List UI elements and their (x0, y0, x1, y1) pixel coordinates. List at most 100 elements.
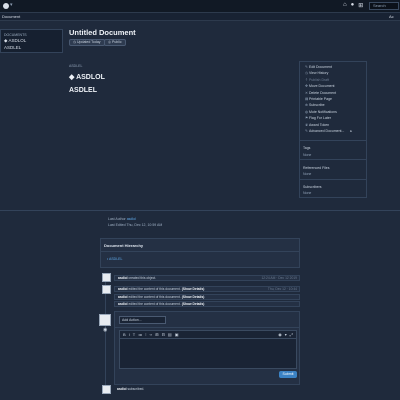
timeline-author[interactable]: asdlol (118, 302, 128, 306)
divider (300, 159, 366, 160)
updated-tag[interactable]: ◷ Updated Today (69, 39, 105, 46)
show-details-link[interactable]: (Show Details) (182, 287, 205, 291)
info-value: None (303, 172, 312, 176)
action-label: Publish Draft (309, 77, 330, 82)
avatar (99, 314, 111, 326)
action-advanced-document[interactable]: ✎Advanced Document... ▸ (305, 129, 352, 133)
preview-icon[interactable]: ◉ (278, 332, 282, 337)
table-icon[interactable]: ⊞ (155, 332, 158, 337)
nav-title: DOCUMENTS (4, 33, 27, 37)
timeline-author[interactable]: asdlol (117, 387, 127, 391)
info-value: None (303, 191, 312, 195)
timeline-author[interactable]: asdlol (118, 287, 128, 291)
public-tag[interactable]: ◎ Public (104, 39, 126, 46)
divider (300, 140, 366, 141)
app-icon[interactable]: ⊞ (358, 2, 363, 9)
show-details-link[interactable]: (Show Details) (182, 302, 205, 306)
timeline-row: asdlol edited the content of this docume… (114, 294, 300, 300)
action-flag-for-later[interactable]: ⚑Flag For Later (305, 116, 331, 120)
info-value: None (303, 153, 312, 157)
action-edit-document[interactable]: ✎Edit Document (305, 65, 332, 69)
timeline-author[interactable]: asdlol (118, 295, 128, 299)
timeline-text: created this object. (127, 276, 157, 280)
hierarchy-item[interactable]: • ASDLEL (107, 257, 122, 261)
fullscreen-icon[interactable]: ⤢ (290, 332, 293, 337)
action-delete-document[interactable]: ✕Delete Document (305, 91, 336, 95)
action-move-document[interactable]: ✥Move Document (305, 84, 334, 88)
action-label: Award Token (309, 122, 330, 127)
search-input[interactable]: Search (369, 2, 399, 10)
timeline-author[interactable]: asdlol (118, 276, 128, 280)
divider (101, 251, 299, 252)
show-details-link[interactable]: (Show Details) (182, 295, 205, 299)
hierarchy-link: ASDLEL (109, 257, 123, 261)
actions-menu-label[interactable]: Ac (389, 14, 394, 19)
list-icon[interactable]: ≔ (138, 332, 142, 337)
action-publish-draft[interactable]: ⇡Publish Draft (305, 78, 329, 82)
info-label: Referenced Files (303, 166, 330, 170)
text-size-icon[interactable]: T (133, 332, 135, 337)
action-award-token[interactable]: ♛Award Token (305, 123, 329, 127)
meta-label: Last Edited (108, 223, 126, 227)
action-view-history[interactable]: ◷View History (305, 71, 328, 75)
document-nav: DOCUMENTS ◆ ASDLOL ASDLEL (0, 29, 63, 53)
author-link[interactable]: asdlol (127, 217, 136, 221)
timeline-row: asdlol created this object. 12:24 AM · De… (114, 275, 300, 281)
timeline-text: edited the content of this document. (127, 302, 181, 306)
breadcrumb-label[interactable]: Document (2, 14, 20, 19)
heading-asdlol: ◆ ASDLOL (69, 73, 105, 81)
breadcrumb: Document Ac (0, 13, 400, 21)
timeline-text: edited the content of this document. (127, 295, 181, 299)
nav-item-label: ASDLOL (8, 38, 27, 43)
heading-text: ASDLOL (76, 74, 105, 81)
action-subscribe[interactable]: ⊕Subscribe (305, 103, 325, 107)
app-logo-icon[interactable] (3, 3, 9, 9)
divider (300, 179, 366, 180)
embed-icon[interactable]: ▣ (175, 332, 179, 337)
action-label: Advanced Document... (309, 129, 345, 133)
home-icon[interactable]: ⌂ (343, 2, 347, 9)
file-icon[interactable]: ▤ (168, 332, 172, 337)
page-title: Untitled Document (69, 28, 136, 37)
timeline-text: subscribed. (126, 387, 145, 391)
bell-icon[interactable]: ● (351, 2, 355, 9)
divider (115, 327, 299, 328)
numbered-list-icon[interactable]: ⁝ (145, 332, 146, 337)
action-label: Printable Page (309, 97, 332, 101)
bold-icon[interactable]: B (123, 332, 126, 337)
comment-textarea[interactable] (119, 339, 297, 369)
action-input[interactable]: Add Action... (119, 316, 166, 324)
actions-panel: ✎Edit Document ◷View History ⇡Publish Draf… (299, 61, 367, 198)
code-icon[interactable]: ‹› (150, 332, 153, 337)
action-label: Subscribe (309, 103, 325, 108)
document-hierarchy: Document Hierarchy • ASDLEL (100, 238, 300, 268)
chevron-right-icon: ▸ (350, 129, 353, 133)
avatar (102, 385, 111, 394)
action-label: View History (309, 71, 329, 76)
image-icon[interactable]: ⊟ (162, 332, 165, 337)
info-label: Tags (303, 146, 311, 150)
chevron-down-icon[interactable]: ▾ (285, 332, 287, 337)
meta-value: Thu, Dec 12, 10:59 AM (126, 223, 163, 227)
action-label: Move Document (309, 84, 335, 89)
submit-button[interactable]: Submit (279, 371, 297, 378)
action-mute-notifications[interactable]: ◍Mute Notifications (305, 110, 337, 114)
avatar (102, 273, 111, 282)
editor-toolbar: B I T ≔ ⁝ ‹› ⊞ ⊟ ▤ ▣ ◉ ▾ ⤢ (119, 330, 297, 339)
italic-icon[interactable]: I (129, 332, 130, 337)
divider (0, 210, 400, 211)
last-author: Last Author asdlol (108, 217, 136, 221)
top-bar-icons: ⌂ ● ⊞ (343, 2, 363, 9)
nav-item-asdlel[interactable]: ASDLEL (4, 45, 21, 50)
timeline-text: edited the content of this document. (127, 287, 181, 291)
action-label: Edit Document (309, 65, 332, 69)
chevron-down-icon[interactable]: ▾ (10, 2, 13, 8)
tag-label: Public (112, 40, 122, 44)
preview-icon[interactable]: ◉ (103, 327, 107, 333)
nav-item-asdlol[interactable]: ◆ ASDLOL (4, 38, 26, 44)
comment-editor: Add Action... B I T ≔ ⁝ ‹› ⊞ ⊟ ▤ ▣ ◉ ▾ ⤢ (114, 311, 300, 385)
tag-label: Updated Today (77, 40, 101, 44)
action-printable-page[interactable]: ▤Printable Page (305, 97, 332, 101)
timeline-row: asdlol edited the content of this docume… (114, 301, 300, 307)
avatar (102, 285, 111, 294)
